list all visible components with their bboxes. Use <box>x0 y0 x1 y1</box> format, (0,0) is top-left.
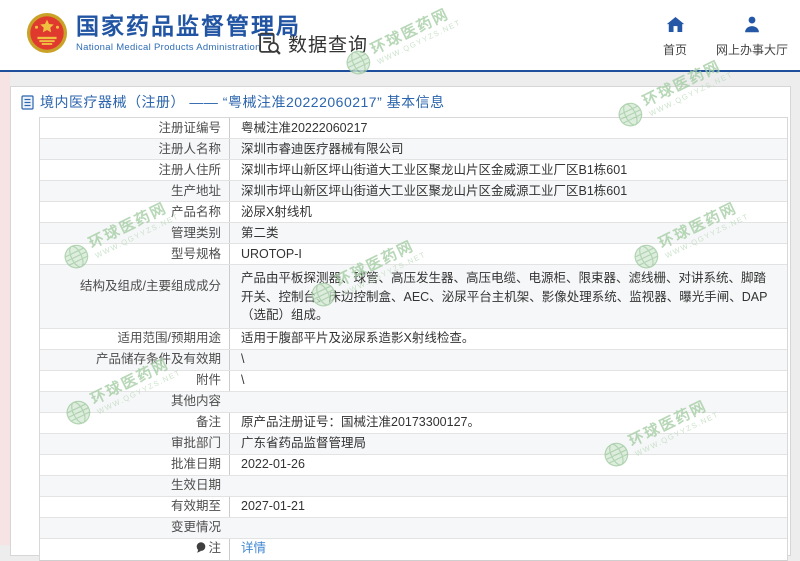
row-label: 生效日期 <box>40 476 229 496</box>
table-row: 适用范围/预期用途适用于腹部平片及泌尿系造影X射线检查。 <box>40 329 787 350</box>
nav-service-hall[interactable]: 网上办事大厅 <box>712 16 792 58</box>
row-value: \ <box>229 350 787 370</box>
row-label: 适用范围/预期用途 <box>40 329 229 349</box>
table-row: 管理类别第二类 <box>40 223 787 244</box>
row-value: 详情 <box>229 539 787 560</box>
table-row: 其他内容 <box>40 392 787 413</box>
registration-info-table: 注册证编号粤械注准20222060217 注册人名称深圳市睿迪医疗器械有限公司 … <box>39 117 788 561</box>
row-label: 型号规格 <box>40 244 229 264</box>
row-value: 第二类 <box>229 223 787 243</box>
row-label: 结构及组成/主要组成成分 <box>40 265 229 328</box>
nav-home-label: 首页 <box>655 41 695 58</box>
row-value <box>229 476 787 496</box>
row-label: 产品名称 <box>40 202 229 222</box>
table-row: 型号规格UROTOP-I <box>40 244 787 265</box>
row-value: \ <box>229 371 787 391</box>
table-row: 变更情况 <box>40 518 787 539</box>
breadcrumb: 境内医疗器械（注册） —— “粤械注准20222060217” 基本信息 <box>11 87 790 117</box>
row-value: 深圳市坪山新区坪山街道大工业区聚龙山片区金威源工业厂区B1栋601 <box>229 160 787 180</box>
table-row: 备注原产品注册证号：国械注准20173300127。 <box>40 413 787 434</box>
data-query-nav[interactable]: 数据查询 <box>257 30 368 57</box>
person-icon <box>743 16 761 33</box>
table-row: 生产地址深圳市坪山新区坪山街道大工业区聚龙山片区金威源工业厂区B1栋601 <box>40 181 787 202</box>
row-value: 原产品注册证号：国械注准20173300127。 <box>229 413 787 433</box>
national-emblem-logo[interactable] <box>26 12 68 54</box>
nav-hall-label: 网上办事大厅 <box>712 41 792 58</box>
detail-card: 境内医疗器械（注册） —— “粤械注准20222060217” 基本信息 注册证… <box>10 86 791 556</box>
row-value: 深圳市睿迪医疗器械有限公司 <box>229 139 787 159</box>
row-label: 变更情况 <box>40 518 229 538</box>
row-value: 广东省药品监督管理局 <box>229 434 787 454</box>
table-row-note: 注 详情 <box>40 539 787 560</box>
row-label: 生产地址 <box>40 181 229 201</box>
row-label: 其他内容 <box>40 392 229 412</box>
table-row: 产品名称泌尿X射线机 <box>40 202 787 223</box>
row-label: 管理类别 <box>40 223 229 243</box>
row-label: 注册人名称 <box>40 139 229 159</box>
table-row: 注册人名称深圳市睿迪医疗器械有限公司 <box>40 139 787 160</box>
emblem-icon <box>26 12 68 54</box>
header-divider <box>0 70 800 72</box>
site-header: 国家药品监督管理局 National Medical Products Admi… <box>0 0 800 70</box>
data-query-label: 数据查询 <box>288 30 368 57</box>
row-value: 适用于腹部平片及泌尿系造影X射线检查。 <box>229 329 787 349</box>
row-label: 注 <box>40 539 229 560</box>
row-value: 泌尿X射线机 <box>229 202 787 222</box>
table-row: 注册证编号粤械注准20222060217 <box>40 118 787 139</box>
row-value <box>229 518 787 538</box>
nav-home[interactable]: 首页 <box>655 16 695 58</box>
document-search-icon <box>257 31 282 56</box>
row-value: 深圳市坪山新区坪山街道大工业区聚龙山片区金威源工业厂区B1栋601 <box>229 181 787 201</box>
row-value: 2027-01-21 <box>229 497 787 517</box>
row-value: UROTOP-I <box>229 244 787 264</box>
row-label: 有效期至 <box>40 497 229 517</box>
row-value: 粤械注准20222060217 <box>229 118 787 138</box>
left-edge-strip <box>0 72 10 545</box>
row-label: 附件 <box>40 371 229 391</box>
row-label: 备注 <box>40 413 229 433</box>
row-value <box>229 392 787 412</box>
table-row: 注册人住所深圳市坪山新区坪山街道大工业区聚龙山片区金威源工业厂区B1栋601 <box>40 160 787 181</box>
row-label: 注册证编号 <box>40 118 229 138</box>
home-icon <box>666 16 685 33</box>
detail-link[interactable]: 详情 <box>241 541 266 555</box>
table-row: 生效日期 <box>40 476 787 497</box>
row-label: 批准日期 <box>40 455 229 475</box>
row-label: 产品储存条件及有效期 <box>40 350 229 370</box>
table-row: 批准日期2022-01-26 <box>40 455 787 476</box>
page-title: 境内医疗器械（注册） —— “粤械注准20222060217” 基本信息 <box>40 92 445 112</box>
row-label: 注册人住所 <box>40 160 229 180</box>
note-bubble-icon <box>196 542 206 557</box>
document-icon <box>21 95 34 110</box>
table-row: 附件\ <box>40 371 787 392</box>
row-value: 产品由平板探测器、球管、高压发生器、高压电缆、电源柜、限束器、滤线栅、对讲系统、… <box>229 265 787 328</box>
row-value: 2022-01-26 <box>229 455 787 475</box>
table-row: 有效期至2027-01-21 <box>40 497 787 518</box>
table-row: 审批部门广东省药品监督管理局 <box>40 434 787 455</box>
table-row: 产品储存条件及有效期\ <box>40 350 787 371</box>
table-row: 结构及组成/主要组成成分产品由平板探测器、球管、高压发生器、高压电缆、电源柜、限… <box>40 265 787 329</box>
row-label: 审批部门 <box>40 434 229 454</box>
